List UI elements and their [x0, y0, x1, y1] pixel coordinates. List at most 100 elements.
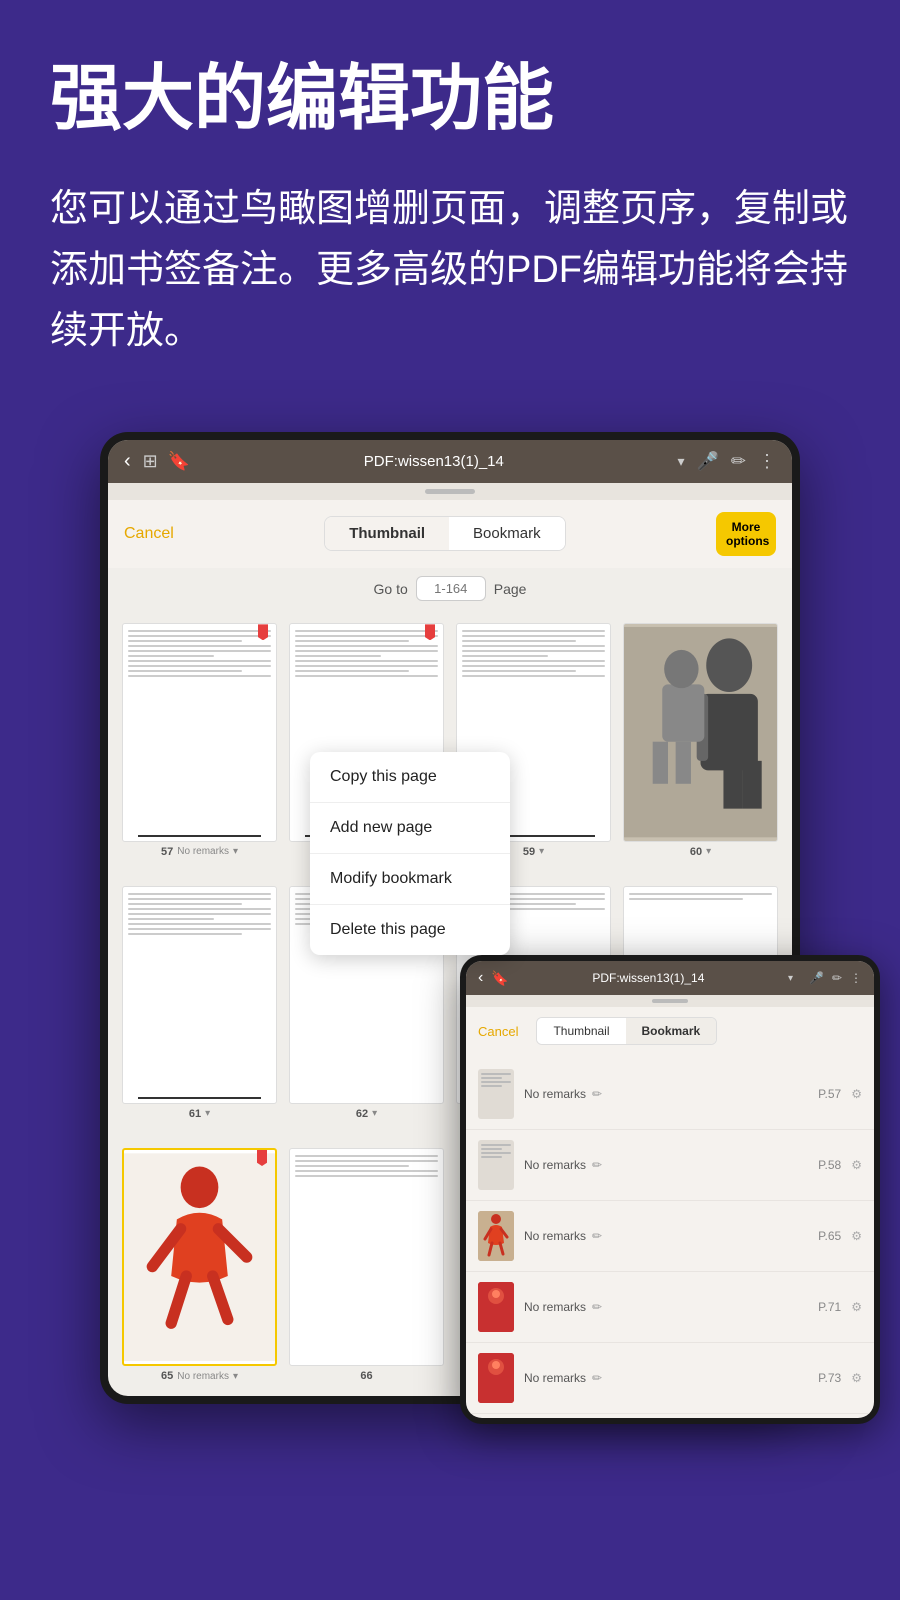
thumb-img-61 [122, 886, 277, 1104]
more-options-button[interactable]: More options [716, 512, 776, 557]
tab-bookmark[interactable]: Bookmark [449, 517, 565, 550]
back-icon[interactable]: ‹ [124, 450, 131, 473]
goto-bar: Go to Page [108, 568, 792, 609]
bookmark-flag-58 [425, 624, 435, 640]
edit-icon-73[interactable]: ✏ [592, 1371, 602, 1385]
cancel-button[interactable]: Cancel [124, 525, 174, 543]
goto-input[interactable] [416, 576, 486, 601]
secondary-more-icon[interactable]: ⋮ [850, 971, 862, 985]
device-showcase: ‹ ⊞ 🔖 PDF:wissen13(1)_14 ▾ 🎤 ✏ ⋮ Ca [0, 402, 900, 1445]
bookmark-item-58[interactable]: No remarks ✏ P.58 ⚙ [466, 1130, 874, 1201]
thumb-label-65: 65 No remarks ▾ [161, 1370, 238, 1382]
bookmark-item-65[interactable]: No remarks ✏ P.65 ⚙ [466, 1201, 874, 1272]
thumb-label-62: 62 ▾ [356, 1108, 377, 1120]
page-label: Page [494, 581, 527, 597]
bookmark-page-73: P.73 [818, 1371, 841, 1385]
thumb-label-61: 61 ▾ [189, 1108, 210, 1120]
bookmark-item-73[interactable]: No remarks ✏ P.73 ⚙ [466, 1343, 874, 1414]
tab-thumbnail[interactable]: Thumbnail [325, 517, 449, 550]
more-icon[interactable]: ⋮ [758, 451, 776, 472]
secondary-pen-icon[interactable]: ✏ [832, 971, 842, 985]
secondary-bookmark-icon[interactable]: 🔖 [491, 970, 508, 987]
pen-icon[interactable]: ✏ [731, 451, 746, 472]
bookmark-list: No remarks ✏ P.57 ⚙ No remar [466, 1055, 874, 1418]
context-menu-copy[interactable]: Copy this page [310, 752, 510, 803]
settings-icon-73[interactable]: ⚙ [851, 1371, 862, 1385]
secondary-drag-handle [652, 999, 688, 1003]
app-bar-right: 🎤 ✏ ⋮ [696, 451, 776, 472]
nav-icons: ⊞ 🔖 [143, 451, 191, 472]
bookmark-flag-57 [258, 624, 268, 640]
context-menu-delete[interactable]: Delete this page [310, 905, 510, 955]
tablet-secondary: ‹ 🔖 PDF:wissen13(1)_14 ▾ 🎤 ✏ ⋮ Cancel Th… [460, 955, 880, 1424]
settings-icon-65[interactable]: ⚙ [851, 1229, 862, 1243]
secondary-tab-bookmark[interactable]: Bookmark [626, 1018, 717, 1044]
thumb-cell-61[interactable]: 61 ▾ [116, 880, 283, 1126]
bookmark-flag-65 [257, 1150, 267, 1166]
secondary-back-icon[interactable]: ‹ [478, 969, 483, 987]
thumb-cell-57[interactable]: 57 No remarks ▾ [116, 617, 283, 863]
bookmark-info-57: No remarks ✏ [524, 1087, 808, 1101]
bookmark-page-58: P.58 [818, 1158, 841, 1172]
hero-section: 强大的编辑功能 您可以通过鸟瞰图增删页面，调整页序，复制或添加书签备注。更多高级… [0, 0, 900, 402]
bookmark-thumb-57 [478, 1069, 514, 1119]
bookmark-thumb-71 [478, 1282, 514, 1332]
bookmark-info-58: No remarks ✏ [524, 1158, 808, 1172]
thumb-cell-65[interactable]: 65 No remarks ▾ [116, 1142, 283, 1388]
drag-handle [425, 489, 475, 494]
app-bar: ‹ ⊞ 🔖 PDF:wissen13(1)_14 ▾ 🎤 ✏ ⋮ [108, 440, 792, 483]
grid-icon[interactable]: ⊞ [143, 451, 158, 472]
thumb-label-59: 59 ▾ [523, 846, 544, 858]
thumb-cell-60[interactable]: 60 ▾ [617, 617, 784, 863]
mic-icon[interactable]: 🎤 [696, 451, 718, 472]
secondary-panel-header: Cancel Thumbnail Bookmark [466, 1007, 874, 1055]
secondary-title-dropdown: ▾ [788, 973, 793, 984]
bookmark-thumb-65 [478, 1211, 514, 1261]
bookmark-item-71[interactable]: No remarks ✏ P.71 ⚙ [466, 1272, 874, 1343]
dropdown-arrow-title: ▾ [677, 453, 684, 470]
secondary-cancel-button[interactable]: Cancel [478, 1024, 518, 1039]
secondary-title: PDF:wissen13(1)_14 [517, 971, 780, 985]
context-menu-add[interactable]: Add new page [310, 803, 510, 854]
secondary-tab-group: Thumbnail Bookmark [536, 1017, 717, 1045]
settings-icon-71[interactable]: ⚙ [851, 1300, 862, 1314]
secondary-app-bar: ‹ 🔖 PDF:wissen13(1)_14 ▾ 🎤 ✏ ⋮ [466, 961, 874, 995]
context-menu-bookmark[interactable]: Modify bookmark [310, 854, 510, 905]
context-menu: Copy this page Add new page Modify bookm… [310, 752, 510, 955]
settings-icon-57[interactable]: ⚙ [851, 1087, 862, 1101]
bookmark-thumb-73 [478, 1353, 514, 1403]
bookmark-page-57: P.57 [818, 1087, 841, 1101]
secondary-handle-bar [466, 995, 874, 1007]
hero-description: 您可以通过鸟瞰图增删页面，调整页序，复制或添加书签备注。更多高级的PDF编辑功能… [50, 179, 850, 361]
edit-icon-58[interactable]: ✏ [592, 1158, 602, 1172]
bookmark-item-57[interactable]: No remarks ✏ P.57 ⚙ [466, 1059, 874, 1130]
bookmark-thumb-58 [478, 1140, 514, 1190]
thumb-img-60 [623, 623, 778, 841]
hero-title: 强大的编辑功能 [50, 60, 850, 139]
thumb-label-57: 57 No remarks ▾ [161, 846, 238, 858]
thumb-img-57 [122, 623, 277, 841]
bookmark-info-65: No remarks ✏ [524, 1229, 808, 1243]
tab-group: Thumbnail Bookmark [324, 516, 565, 551]
bookmark-page-65: P.65 [818, 1229, 841, 1243]
edit-icon-65[interactable]: ✏ [592, 1229, 602, 1243]
thumb-img-65 [122, 1148, 277, 1366]
thumb-cell-66[interactable]: 66 [283, 1142, 450, 1388]
edit-icon-57[interactable]: ✏ [592, 1087, 602, 1101]
secondary-mic-icon[interactable]: 🎤 [809, 971, 824, 985]
bookmark-info-71: No remarks ✏ [524, 1300, 808, 1314]
secondary-tab-thumbnail[interactable]: Thumbnail [537, 1018, 625, 1044]
thumb-label-60: 60 ▾ [690, 846, 711, 858]
app-bar-title: PDF:wissen13(1)_14 [202, 453, 665, 470]
bookmark-page-71: P.71 [818, 1300, 841, 1314]
goto-label: Go to [374, 581, 408, 597]
bookmark-icon[interactable]: 🔖 [168, 451, 190, 472]
bookmark-info-73: No remarks ✏ [524, 1371, 808, 1385]
thumb-label-66: 66 [360, 1370, 372, 1382]
handle-bar [108, 483, 792, 500]
thumb-img-66 [289, 1148, 444, 1366]
tablet-secondary-screen: ‹ 🔖 PDF:wissen13(1)_14 ▾ 🎤 ✏ ⋮ Cancel Th… [466, 961, 874, 1418]
panel-header: Cancel Thumbnail Bookmark More options [108, 500, 792, 569]
settings-icon-58[interactable]: ⚙ [851, 1158, 862, 1172]
edit-icon-71[interactable]: ✏ [592, 1300, 602, 1314]
